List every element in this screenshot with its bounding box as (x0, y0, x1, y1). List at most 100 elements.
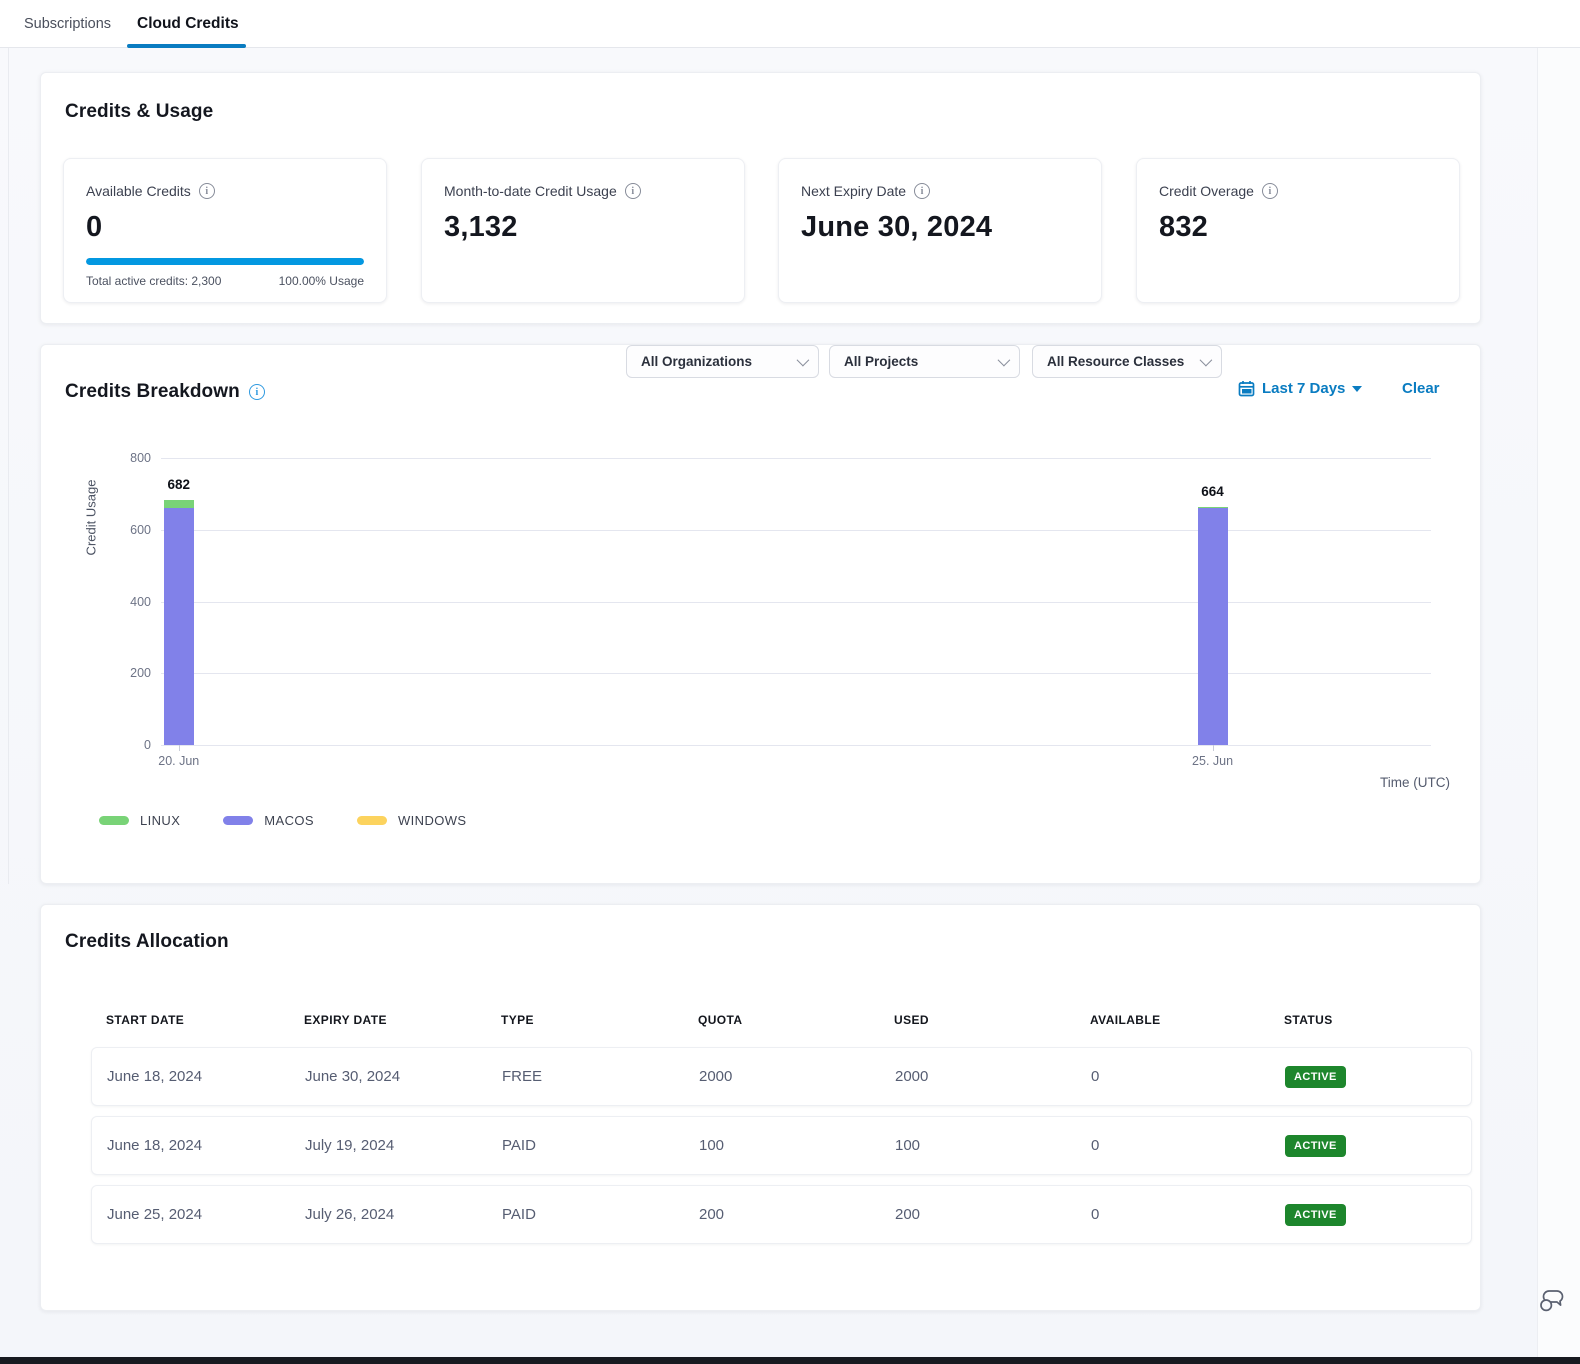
cell-expiry-date: July 19, 2024 (305, 1137, 502, 1154)
bar-segment-macos[interactable] (1198, 508, 1228, 745)
info-icon[interactable] (249, 384, 265, 400)
y-tick-label: 400 (130, 595, 151, 609)
cell-expiry-date: July 26, 2024 (305, 1206, 502, 1223)
calendar-icon (1238, 380, 1255, 397)
tab-bar: Subscriptions Cloud Credits (0, 0, 1580, 48)
table-row[interactable]: June 25, 2024 July 26, 2024 PAID 200 200… (91, 1185, 1472, 1244)
legend-swatch-windows (357, 816, 387, 825)
cell-quota: 2000 (699, 1068, 895, 1085)
legend-item-macos[interactable]: MACOS (223, 813, 314, 828)
legend-swatch-linux (99, 816, 129, 825)
organizations-filter-select[interactable]: All Organizations (626, 345, 819, 378)
x-tick-label: 20. Jun (158, 754, 199, 768)
info-icon[interactable] (625, 183, 641, 199)
col-quota: QUOTA (698, 1013, 894, 1027)
info-icon[interactable] (914, 183, 930, 199)
cell-start-date: June 18, 2024 (107, 1137, 305, 1154)
date-range-picker[interactable]: Last 7 Days (1238, 372, 1362, 405)
content-left-divider (8, 48, 9, 884)
bar-value-label: 664 (1201, 484, 1224, 499)
gridline (161, 745, 1431, 746)
col-type: TYPE (501, 1013, 698, 1027)
usage-percent: 100.00% Usage (279, 274, 364, 288)
cell-type: PAID (502, 1206, 699, 1223)
stat-value: 832 (1159, 211, 1437, 244)
stat-value: June 30, 2024 (801, 211, 1079, 244)
cell-expiry-date: June 30, 2024 (305, 1068, 502, 1085)
resource-classes-filter-value: All Resource Classes (1047, 354, 1184, 369)
bar-20-jun[interactable]: 682 20. Jun (164, 458, 194, 745)
table-row[interactable]: June 18, 2024 June 30, 2024 FREE 2000 20… (91, 1047, 1472, 1106)
legend-item-windows[interactable]: WINDOWS (357, 813, 467, 828)
resource-classes-filter-select[interactable]: All Resource Classes (1032, 345, 1222, 378)
cell-quota: 100 (699, 1137, 895, 1154)
stat-value: 0 (86, 211, 364, 244)
credits-breakdown-title: Credits Breakdown (65, 381, 240, 403)
legend-swatch-macos (223, 816, 253, 825)
x-tick (179, 745, 180, 751)
x-axis-title: Time (UTC) (1380, 775, 1450, 790)
cell-used: 2000 (895, 1068, 1091, 1085)
gridline (161, 673, 1431, 674)
table-row[interactable]: June 18, 2024 July 19, 2024 PAID 100 100… (91, 1116, 1472, 1175)
legend-label: MACOS (264, 813, 314, 828)
bar-segment-macos[interactable] (164, 508, 194, 745)
credits-usage-section: Credits & Usage Available Credits 0 Tota… (40, 72, 1481, 324)
stat-label: Next Expiry Date (801, 183, 906, 199)
col-status: STATUS (1284, 1013, 1472, 1027)
caret-down-icon (1352, 386, 1362, 392)
y-axis-title: Credit Usage (83, 457, 99, 577)
cell-used: 200 (895, 1206, 1091, 1223)
active-tab-indicator (127, 44, 246, 48)
cell-type: FREE (502, 1068, 699, 1085)
cell-start-date: June 18, 2024 (107, 1068, 305, 1085)
stat-label: Month-to-date Credit Usage (444, 183, 617, 199)
projects-filter-value: All Projects (844, 354, 918, 369)
bar-segment-linux[interactable] (164, 500, 194, 508)
cell-quota: 200 (699, 1206, 895, 1223)
credits-usage-title: Credits & Usage (65, 101, 213, 123)
chart-plot: 800 600 400 200 0 682 20. Jun 664 25. Ju… (161, 458, 1431, 745)
status-badge: ACTIVE (1285, 1135, 1346, 1157)
projects-filter-select[interactable]: All Projects (829, 345, 1020, 378)
col-expiry-date: EXPIRY DATE (304, 1013, 501, 1027)
legend-item-linux[interactable]: LINUX (99, 813, 180, 828)
stat-credit-overage: Credit Overage 832 (1136, 158, 1460, 303)
legend-label: WINDOWS (398, 813, 467, 828)
bar-25-jun[interactable]: 664 25. Jun (1198, 458, 1228, 745)
credits-allocation-section: Credits Allocation START DATE EXPIRY DAT… (40, 904, 1481, 1311)
gridline (161, 530, 1431, 531)
stat-mtd-usage: Month-to-date Credit Usage 3,132 (421, 158, 745, 303)
stat-available-credits: Available Credits 0 Total active credits… (63, 158, 387, 303)
status-badge: ACTIVE (1285, 1204, 1346, 1226)
clear-filters-button[interactable]: Clear (1402, 372, 1440, 405)
credits-progress-bar (86, 258, 364, 265)
stat-label: Available Credits (86, 183, 191, 199)
x-tick-label: 25. Jun (1192, 754, 1233, 768)
tab-cloud-credits[interactable]: Cloud Credits (137, 0, 239, 48)
col-start-date: START DATE (106, 1013, 304, 1027)
x-tick (1213, 745, 1214, 751)
cell-available: 0 (1091, 1137, 1285, 1154)
cell-start-date: June 25, 2024 (107, 1206, 305, 1223)
chat-bubbles-icon (1538, 1287, 1566, 1313)
col-available: AVAILABLE (1090, 1013, 1284, 1027)
table-header: START DATE EXPIRY DATE TYPE QUOTA USED A… (91, 1008, 1472, 1032)
stat-next-expiry: Next Expiry Date June 30, 2024 (778, 158, 1102, 303)
right-rail (1537, 48, 1580, 1357)
tab-subscriptions[interactable]: Subscriptions (24, 0, 111, 48)
date-range-value: Last 7 Days (1262, 380, 1345, 397)
info-icon[interactable] (1262, 183, 1278, 199)
col-used: USED (894, 1013, 1090, 1027)
y-tick-label: 200 (130, 666, 151, 680)
chevron-down-icon (998, 354, 1011, 367)
credits-allocation-title: Credits Allocation (65, 931, 229, 953)
info-icon[interactable] (199, 183, 215, 199)
legend-label: LINUX (140, 813, 180, 828)
chat-support-button[interactable] (1536, 1284, 1568, 1316)
y-tick-label: 0 (144, 738, 151, 752)
status-badge: ACTIVE (1285, 1066, 1346, 1088)
gridline (161, 602, 1431, 603)
organizations-filter-value: All Organizations (641, 354, 752, 369)
total-active-credits: Total active credits: 2,300 (86, 274, 221, 288)
